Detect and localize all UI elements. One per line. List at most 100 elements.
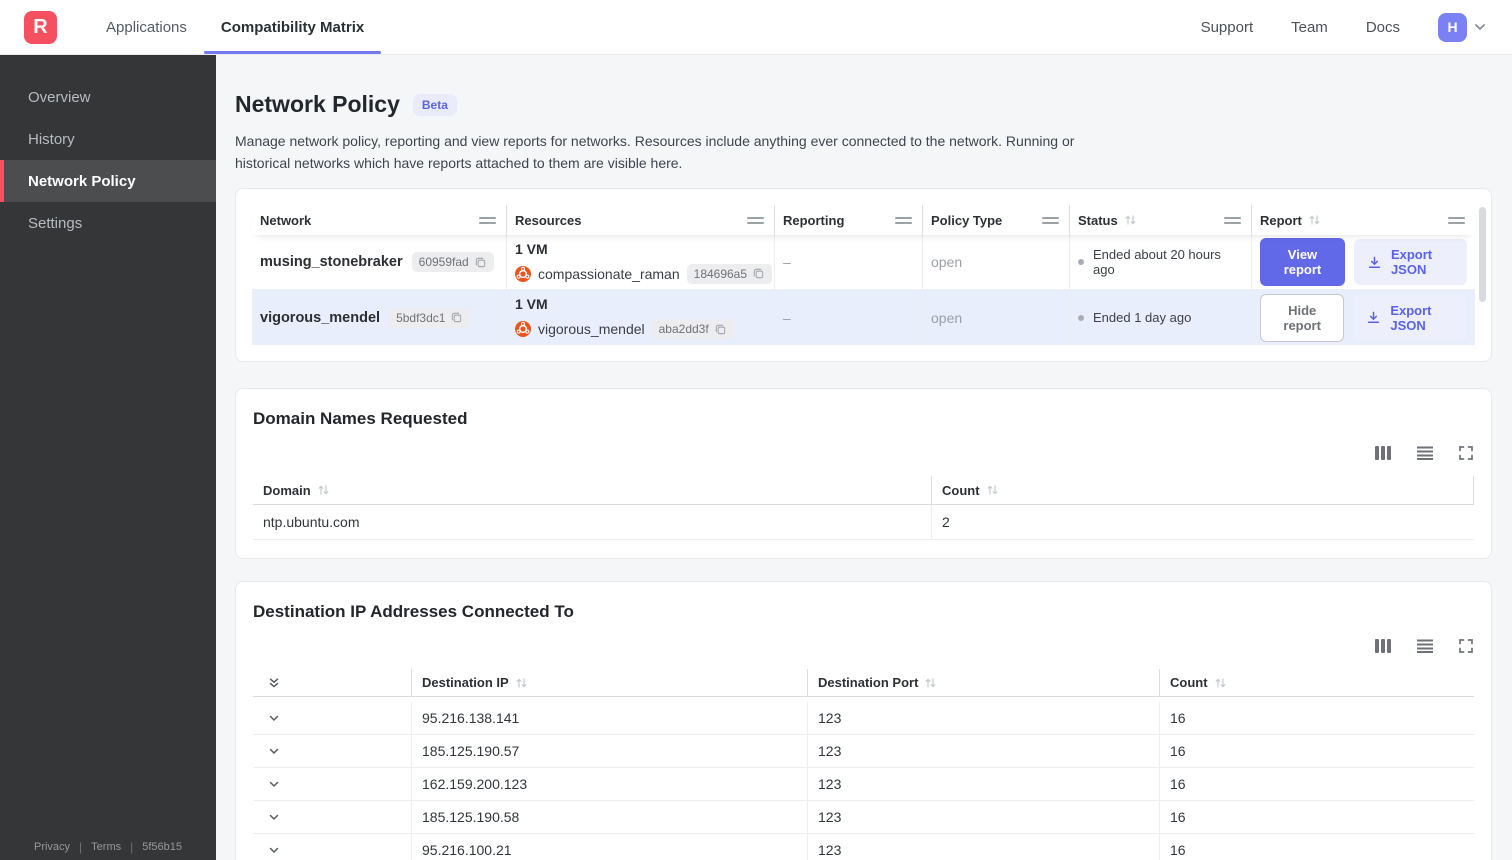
sort-icon[interactable]	[317, 484, 330, 496]
row-expand-chevron[interactable]	[267, 843, 281, 857]
count-cell: 16	[1159, 768, 1474, 802]
column-label: Policy Type	[931, 212, 1003, 228]
column-label: Destination Port	[818, 675, 919, 691]
destination-ip-cell: 162.159.200.123	[411, 768, 807, 802]
networks-table: Network Resources Reporting Policy Type …	[252, 205, 1475, 346]
destination-row: 185.125.190.57 123 16	[253, 735, 1474, 769]
resources-cell: 1 VM vigorous_mendel aba2dd3f	[507, 290, 775, 346]
export-json-button[interactable]: Export JSON	[1353, 294, 1467, 341]
nav-link-support[interactable]: Support	[1201, 19, 1254, 36]
network-cell: musing_stonebraker 60959fad	[252, 235, 507, 290]
column-label: Count	[942, 482, 980, 498]
destination-ip-cell: 185.125.190.58	[411, 801, 807, 835]
drag-handle-icon[interactable]	[747, 216, 764, 224]
nav-link-docs[interactable]: Docs	[1366, 19, 1400, 36]
column-header-status: Status	[1070, 205, 1252, 236]
ubuntu-icon	[515, 265, 531, 282]
section-title: Domain Names Requested	[253, 409, 468, 429]
drag-handle-icon[interactable]	[479, 216, 496, 224]
status-cell: Ended about 20 hours ago	[1070, 235, 1252, 290]
resource-name: vigorous_mendel	[538, 321, 645, 338]
export-json-label: Export JSON	[1390, 302, 1432, 333]
row-density-icon[interactable]	[1416, 445, 1434, 461]
destination-port-cell: 123	[807, 735, 1159, 769]
copy-icon[interactable]	[752, 267, 765, 280]
sidebar-item-network-policy[interactable]: Network Policy	[0, 160, 216, 202]
nav-tab-applications[interactable]: Applications	[89, 0, 204, 54]
count-cell: 16	[1159, 702, 1474, 736]
destination-ip-cell: 95.216.100.21	[411, 834, 807, 860]
destination-port-cell: 123	[807, 801, 1159, 835]
drag-handle-icon[interactable]	[1224, 216, 1241, 224]
avatar[interactable]: H	[1438, 12, 1467, 42]
privacy-link[interactable]: Privacy	[34, 841, 70, 853]
network-id: 5bdf3dc1	[396, 310, 446, 325]
app-logo[interactable]: R	[24, 10, 57, 44]
sort-icon[interactable]	[515, 677, 528, 689]
status-cell: Ended 1 day ago	[1070, 290, 1252, 346]
expand-all-icon[interactable]	[267, 676, 281, 690]
row-expand-chevron[interactable]	[267, 711, 281, 725]
sort-icon[interactable]	[986, 484, 999, 496]
chevron-down-icon[interactable]	[1472, 19, 1488, 35]
resource-id-badge: 184696a5	[686, 263, 773, 284]
count-cell: 16	[1159, 735, 1474, 769]
section-title: Destination IP Addresses Connected To	[253, 602, 574, 622]
sort-icon[interactable]	[1308, 214, 1321, 226]
sort-icon[interactable]	[1214, 677, 1227, 689]
expand-fullscreen-icon[interactable]	[1458, 638, 1474, 654]
drag-handle-icon[interactable]	[1448, 216, 1465, 224]
scrollbar-thumb[interactable]	[1479, 207, 1486, 303]
count-cell: 16	[1159, 834, 1474, 860]
networks-table-header: Network Resources Reporting Policy Type …	[252, 205, 1475, 236]
column-header-domain: Domain	[253, 476, 931, 506]
sidebar-item-label: History	[28, 130, 75, 148]
row-expand-chevron[interactable]	[267, 810, 281, 824]
hide-report-button[interactable]: Hide report	[1260, 293, 1345, 342]
user-menu[interactable]: H	[1438, 12, 1488, 42]
row-density-icon[interactable]	[1416, 638, 1434, 654]
destination-port-cell: 123	[807, 702, 1159, 736]
copy-icon[interactable]	[450, 311, 463, 324]
network-row: musing_stonebraker 60959fad 1 VM compass…	[252, 235, 1475, 291]
footer-divider: |	[79, 840, 83, 854]
nav-link-team[interactable]: Team	[1291, 19, 1328, 36]
columns-icon[interactable]	[1374, 638, 1392, 654]
resources-summary: 1 VM	[515, 296, 548, 313]
sort-icon[interactable]	[1124, 214, 1137, 226]
beta-badge: Beta	[412, 93, 457, 116]
network-id: 60959fad	[418, 255, 469, 270]
terms-link[interactable]: Terms	[91, 841, 121, 853]
expand-all-header	[253, 669, 411, 698]
row-expand-chevron[interactable]	[267, 744, 281, 758]
reporting-cell: –	[775, 290, 923, 346]
nav-tab-compatibility-matrix[interactable]: Compatibility Matrix	[203, 0, 382, 54]
export-json-button[interactable]: Export JSON	[1353, 239, 1467, 286]
sort-icon[interactable]	[924, 677, 937, 689]
copy-icon[interactable]	[474, 256, 487, 269]
view-report-button[interactable]: View report	[1260, 238, 1345, 287]
sidebar: Overview History Network Policy Settings…	[0, 55, 216, 860]
drag-handle-icon[interactable]	[1042, 216, 1059, 224]
resources-cell: 1 VM compassionate_raman 184696a5	[507, 235, 775, 290]
columns-icon[interactable]	[1374, 445, 1392, 461]
expand-fullscreen-icon[interactable]	[1458, 445, 1474, 461]
resource-id: aba2dd3f	[658, 322, 709, 337]
destination-port-cell: 123	[807, 768, 1159, 802]
nav-tab-label: Applications	[106, 18, 187, 36]
nav-right: Support Team Docs H	[1201, 12, 1488, 42]
row-expand-chevron[interactable]	[267, 777, 281, 791]
sidebar-item-overview[interactable]: Overview	[0, 76, 216, 118]
column-header-destination-port: Destination Port	[807, 669, 1159, 698]
column-header-report: Report	[1252, 205, 1475, 235]
copy-icon[interactable]	[714, 323, 727, 336]
reporting-cell: –	[775, 235, 923, 290]
networks-card: Network Resources Reporting Policy Type …	[235, 188, 1492, 363]
destination-row: 95.216.138.141 123 16	[253, 702, 1474, 736]
sidebar-item-history[interactable]: History	[0, 118, 216, 160]
column-label: Reporting	[783, 212, 845, 228]
sidebar-item-settings[interactable]: Settings	[0, 202, 216, 244]
drag-handle-icon[interactable]	[895, 216, 912, 224]
network-row: vigorous_mendel 5bdf3dc1 1 VM vigorous_m…	[252, 290, 1475, 346]
page-title: Network Policy	[235, 91, 400, 117]
